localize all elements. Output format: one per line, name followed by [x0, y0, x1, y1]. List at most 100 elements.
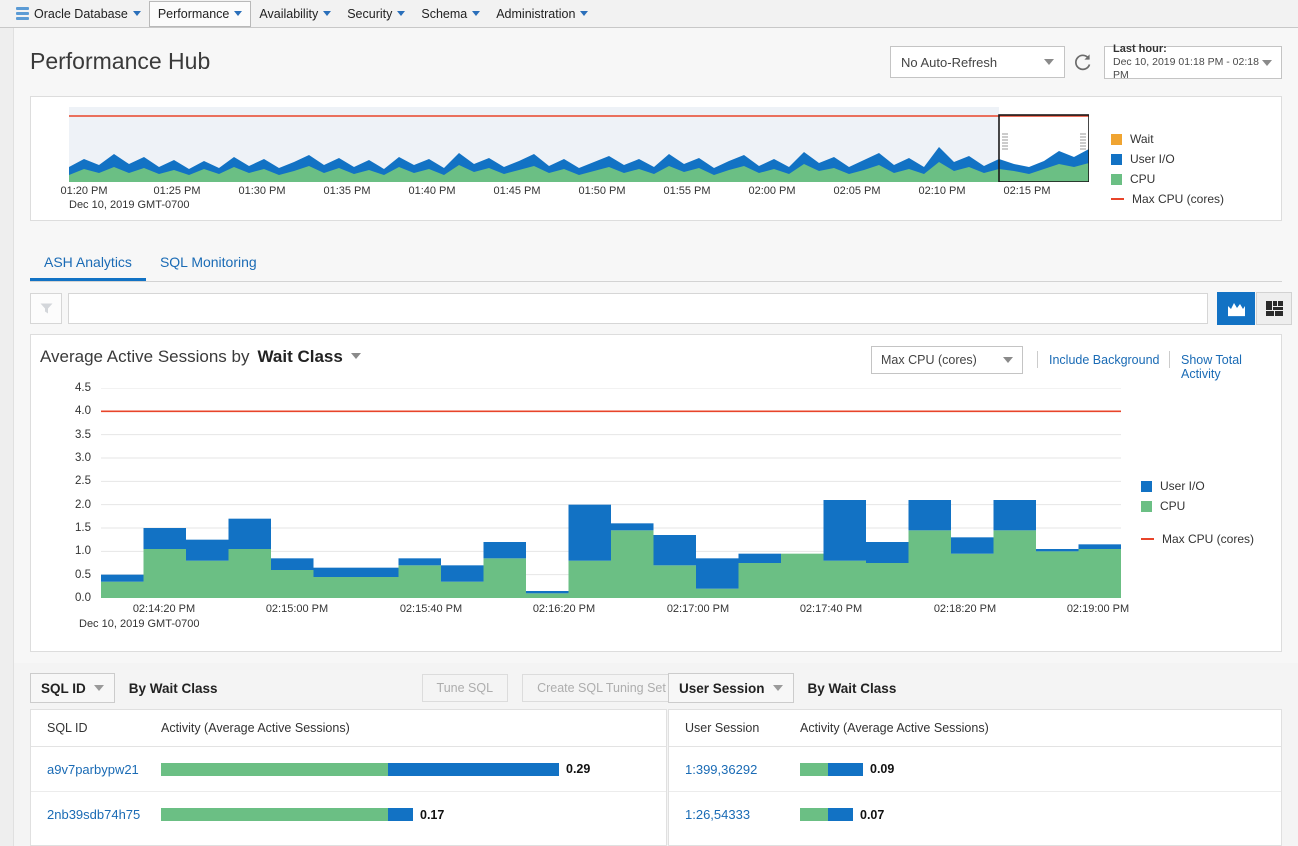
- bar-segment-cpu: [186, 560, 229, 598]
- table-row[interactable]: 2nb39sdb74h75 0.17: [31, 792, 666, 837]
- chevron-down-icon[interactable]: [350, 353, 361, 359]
- user-session-link[interactable]: 1:26,54333: [669, 807, 800, 822]
- activity-bar-user-io: [828, 808, 853, 821]
- legend-item-wait[interactable]: Wait: [1111, 129, 1224, 149]
- chart-dimension-label[interactable]: Wait Class: [257, 347, 342, 367]
- chart-header: Average Active Sessions by Wait Class: [40, 347, 361, 367]
- bar-segment-user-io: [526, 591, 569, 594]
- bar-segment-user-io: [356, 567, 399, 577]
- filter-input[interactable]: [68, 293, 1208, 324]
- chart-legend: User I/O CPU Max CPU (cores): [1141, 476, 1254, 549]
- chevron-down-icon: [323, 11, 332, 16]
- legend-item-user-io[interactable]: User I/O: [1141, 476, 1254, 496]
- chevron-down-icon: [397, 11, 406, 16]
- chart-plot-area[interactable]: [101, 387, 1121, 599]
- menu-item-oracle-database[interactable]: Oracle Database: [8, 1, 149, 27]
- legend-label: CPU: [1130, 172, 1156, 186]
- sql-id-toolbar: SQL ID By Wait Class Tune SQL Create SQL…: [30, 673, 681, 703]
- area-chart-icon: [1227, 303, 1245, 317]
- bar-segment-user-io: [271, 558, 314, 570]
- legend-item-user-io[interactable]: User I/O: [1111, 149, 1224, 169]
- bar-segment-cpu: [313, 577, 356, 598]
- menu-item-availability[interactable]: Availability: [251, 1, 339, 27]
- tab-sql-monitoring[interactable]: SQL Monitoring: [146, 250, 271, 281]
- bar-segment-cpu: [228, 549, 271, 598]
- axis-tick: 01:55 PM: [663, 185, 711, 197]
- bar-segment-cpu: [823, 560, 866, 598]
- bar-segment-cpu: [398, 565, 441, 598]
- bar-segment-cpu: [781, 553, 824, 598]
- y-tick: 4.5: [75, 382, 91, 394]
- table-row[interactable]: 1:399,36292 0.09: [669, 747, 1281, 792]
- auto-refresh-select[interactable]: No Auto-Refresh: [890, 46, 1065, 78]
- timeline-chart[interactable]: [69, 107, 1090, 183]
- column-header-activity: Activity (Average Active Sessions): [161, 721, 350, 735]
- bar-segment-cpu: [1036, 551, 1079, 598]
- x-tick: 02:14:20 PM: [132, 603, 196, 615]
- menu-item-performance[interactable]: Performance: [148, 0, 252, 27]
- auto-refresh-value: No Auto-Refresh: [901, 54, 998, 70]
- view-toggle-chart-button[interactable]: [1217, 292, 1255, 325]
- sql-id-dropdown[interactable]: SQL ID: [30, 673, 115, 703]
- axis-tick: 01:20 PM: [60, 185, 108, 197]
- tab-label: SQL Monitoring: [159, 254, 257, 270]
- x-tick: 02:16:20 PM: [532, 603, 596, 615]
- bar-segment-user-io: [143, 528, 186, 549]
- menu-item-administration[interactable]: Administration: [488, 1, 596, 27]
- tune-sql-button[interactable]: Tune SQL: [421, 674, 509, 702]
- axis-tick: 02:05 PM: [833, 185, 881, 197]
- include-background-link[interactable]: Include Background: [1049, 353, 1160, 367]
- bar-segment-user-io: [866, 542, 909, 563]
- axis-tick: 01:35 PM: [323, 185, 371, 197]
- view-toggle-grid-button[interactable]: [1256, 292, 1292, 325]
- sql-id-link[interactable]: 2nb39sdb74h75: [31, 807, 161, 822]
- legend-item-cpu[interactable]: CPU: [1111, 169, 1224, 189]
- menu-item-security[interactable]: Security: [339, 1, 413, 27]
- y-tick: 1.0: [75, 545, 91, 558]
- activity-value: 0.17: [420, 807, 445, 822]
- filter-button[interactable]: [30, 293, 62, 324]
- performance-hub-page: Oracle Database Performance Availability…: [0, 0, 1298, 846]
- x-tick: 02:17:40 PM: [799, 603, 863, 615]
- menu-item-schema[interactable]: Schema: [413, 1, 488, 27]
- tab-ash-analytics[interactable]: ASH Analytics: [30, 250, 146, 281]
- bar-segment-cpu: [951, 553, 994, 598]
- legend-label: CPU: [1160, 499, 1186, 513]
- activity-value: 0.09: [870, 762, 895, 776]
- show-total-activity-link[interactable]: Show Total Activity: [1181, 353, 1281, 381]
- metric-select[interactable]: Max CPU (cores): [871, 346, 1023, 374]
- bar-segment-cpu: [866, 563, 909, 598]
- axis-tick: 01:40 PM: [408, 185, 456, 197]
- table-row[interactable]: a9v7parbypw21 0.29: [31, 747, 666, 792]
- average-active-sessions-panel: Average Active Sessions by Wait Class Ma…: [30, 334, 1282, 652]
- timeline-panel: 01:20 PM 01:25 PM 01:30 PM 01:35 PM 01:4…: [30, 96, 1282, 221]
- activity-bar-cpu: [161, 762, 388, 776]
- main-menu-bar: Oracle Database Performance Availability…: [0, 0, 1298, 28]
- legend-label: Max CPU (cores): [1162, 532, 1255, 546]
- chart-x-axis: 02:14:20 PM 02:15:00 PM 02:15:40 PM 02:1…: [101, 603, 1129, 619]
- refresh-icon[interactable]: [1072, 51, 1094, 73]
- y-tick: 1.5: [75, 522, 91, 534]
- sql-id-link[interactable]: a9v7parbypw21: [31, 762, 161, 777]
- axis-tick: 02:00 PM: [748, 185, 796, 197]
- user-session-link[interactable]: 1:399,36292: [669, 762, 800, 777]
- x-tick: 02:19:00 PM: [1066, 603, 1130, 615]
- sql-id-by-label: By Wait Class: [128, 680, 218, 696]
- button-label: Create SQL Tuning Set: [537, 681, 666, 695]
- legend-swatch-icon: [1141, 500, 1152, 512]
- legend-label: User I/O: [1160, 479, 1205, 493]
- legend-item-max-cpu[interactable]: Max CPU (cores): [1141, 529, 1254, 549]
- bottom-tables-section: SQL ID By Wait Class Tune SQL Create SQL…: [14, 663, 1298, 846]
- user-session-dropdown[interactable]: User Session: [668, 673, 794, 703]
- legend-item-max-cpu[interactable]: Max CPU (cores): [1111, 189, 1224, 209]
- activity-bar-cpu: [800, 808, 828, 821]
- create-sql-tuning-set-button[interactable]: Create SQL Tuning Set: [522, 674, 681, 702]
- bar-segment-user-io: [398, 558, 441, 566]
- table-row[interactable]: 1:26,54333 0.07: [669, 792, 1281, 837]
- legend-item-cpu[interactable]: CPU: [1141, 496, 1254, 516]
- axis-tick: 02:10 PM: [918, 185, 966, 197]
- chevron-down-icon: [580, 11, 589, 16]
- time-range-select[interactable]: Last hour: Dec 10, 2019 01:18 PM - 02:18…: [1104, 43, 1282, 81]
- bar-segment-cpu: [271, 570, 314, 598]
- bar-segment-user-io: [483, 542, 526, 559]
